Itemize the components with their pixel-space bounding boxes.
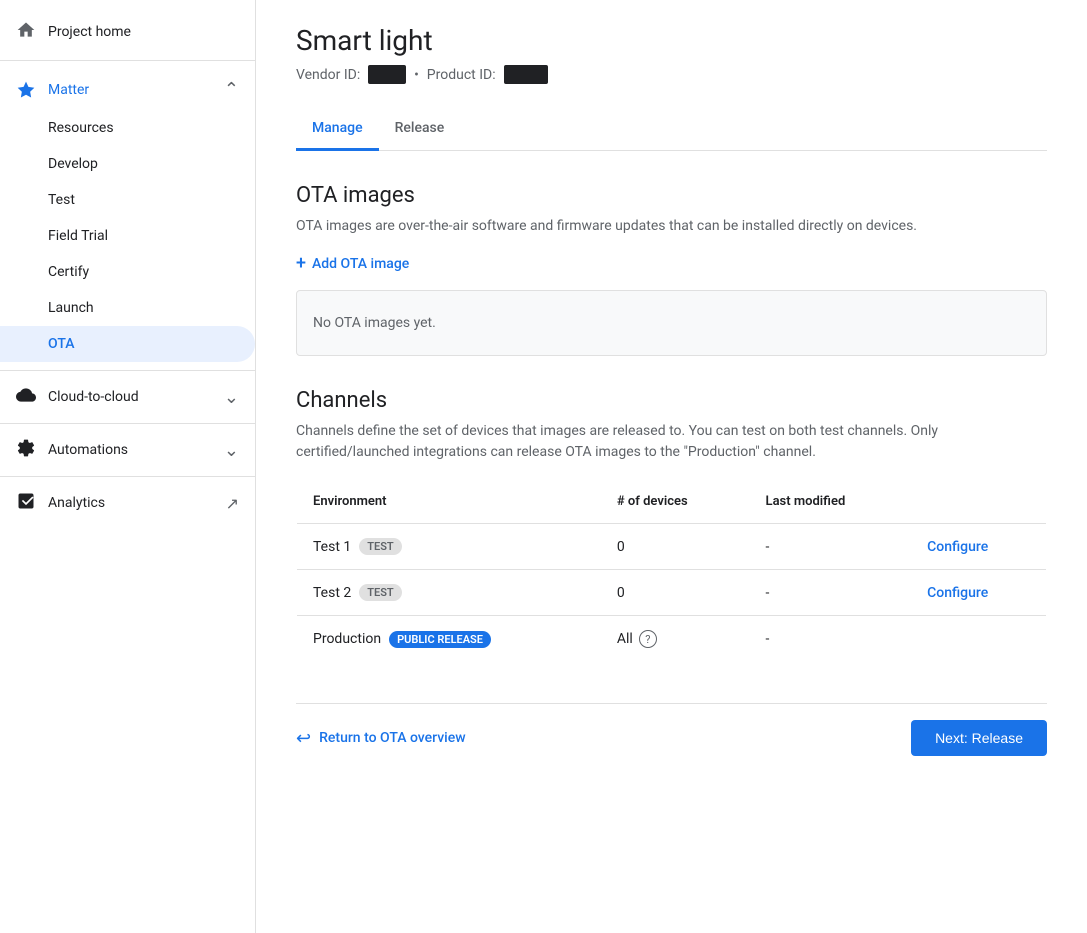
table-row: Test 2 TEST 0 - Configure [297, 570, 1047, 616]
last-modified-test1: - [750, 524, 912, 570]
channels-title: Channels [296, 388, 1047, 413]
channels-table: Environment # of devices Last modified T… [296, 479, 1047, 663]
last-modified-test2: - [750, 570, 912, 616]
sidebar-item-certify[interactable]: Certify [0, 254, 255, 290]
main-content: Smart light Vendor ID: • Product ID: Man… [256, 0, 1087, 933]
num-devices-test2: 0 [601, 570, 750, 616]
meta-row: Vendor ID: • Product ID: [296, 65, 1047, 84]
next-release-button[interactable]: Next: Release [911, 720, 1047, 756]
sidebar-project-home[interactable]: Project home [0, 8, 255, 56]
sidebar-section-matter: Matter ⌃ Resources Develop Test Field Tr… [0, 65, 255, 366]
table-row: Production PUBLIC RELEASE All ? - [297, 616, 1047, 663]
add-icon: + [296, 253, 306, 274]
env-cell-test2: Test 2 TEST [297, 570, 601, 616]
sidebar-item-matter[interactable]: Matter ⌃ [0, 69, 255, 110]
meta-separator: • [414, 67, 419, 83]
analytics-external-icon: ↗ [226, 494, 239, 513]
product-id-value [504, 65, 548, 84]
matter-label: Matter [48, 82, 89, 98]
ota-images-description: OTA images are over-the-air software and… [296, 216, 1047, 237]
all-label: All [617, 631, 633, 647]
sidebar: Project home Matter ⌃ Resources Develop … [0, 0, 256, 933]
cloud-chevron-icon: ⌄ [224, 387, 239, 408]
ota-images-empty: No OTA images yet. [296, 290, 1047, 356]
automations-label: Automations [48, 442, 128, 458]
sidebar-item-cloud-to-cloud[interactable]: Cloud-to-cloud ⌄ [0, 375, 255, 419]
product-id-label: Product ID: [427, 67, 496, 83]
action-cell-test1: Configure [911, 524, 1046, 570]
env-cell-test1: Test 1 TEST [297, 524, 601, 570]
env-name-production: Production [313, 631, 381, 647]
sidebar-item-analytics[interactable]: Analytics ↗ [0, 481, 255, 525]
automations-chevron-icon: ⌄ [224, 440, 239, 461]
env-cell-production: Production PUBLIC RELEASE [297, 616, 601, 663]
test-label: Test [48, 192, 75, 208]
env-name-test2: Test 2 [313, 585, 351, 601]
table-header: Environment # of devices Last modified [297, 480, 1047, 524]
configure-link-test1[interactable]: Configure [927, 539, 988, 555]
last-modified-production: - [750, 616, 912, 663]
certify-label: Certify [48, 264, 89, 280]
badge-test2: TEST [359, 584, 401, 601]
action-cell-test2: Configure [911, 570, 1046, 616]
channels-description: Channels define the set of devices that … [296, 421, 1047, 463]
empty-message: No OTA images yet. [313, 315, 436, 331]
footer: ↩ Return to OTA overview Next: Release [296, 703, 1047, 772]
col-num-devices: # of devices [601, 480, 750, 524]
col-last-modified: Last modified [750, 480, 912, 524]
field-trial-label: Field Trial [48, 228, 108, 244]
return-icon: ↩ [296, 728, 311, 749]
badge-production: PUBLIC RELEASE [389, 631, 491, 648]
cloud-icon [16, 385, 36, 409]
vendor-id-value [368, 65, 406, 84]
num-devices-production: All ? [601, 616, 750, 663]
sidebar-item-launch[interactable]: Launch [0, 290, 255, 326]
project-home-label: Project home [48, 24, 131, 40]
return-label: Return to OTA overview [319, 730, 466, 746]
sidebar-item-automations[interactable]: Automations ⌄ [0, 428, 255, 472]
analytics-label: Analytics [48, 495, 105, 511]
sidebar-item-develop[interactable]: Develop [0, 146, 255, 182]
resources-label: Resources [48, 120, 114, 136]
channels-section: Channels Channels define the set of devi… [296, 388, 1047, 663]
tab-manage[interactable]: Manage [296, 108, 379, 151]
sidebar-divider [0, 60, 255, 61]
matter-subitems: Resources Develop Test Field Trial Certi… [0, 110, 255, 362]
sidebar-item-resources[interactable]: Resources [0, 110, 255, 146]
badge-test1: TEST [359, 538, 401, 555]
sidebar-divider-3 [0, 423, 255, 424]
sidebar-item-ota[interactable]: OTA [0, 326, 255, 362]
ota-images-title: OTA images [296, 183, 1047, 208]
configure-link-test2[interactable]: Configure [927, 585, 988, 601]
home-icon [16, 20, 36, 44]
launch-label: Launch [48, 300, 94, 316]
cloud-to-cloud-label: Cloud-to-cloud [48, 389, 139, 405]
star-icon [16, 80, 36, 100]
ota-images-section: OTA images OTA images are over-the-air s… [296, 183, 1047, 356]
return-link[interactable]: ↩ Return to OTA overview [296, 728, 466, 749]
col-action [911, 480, 1046, 524]
add-ota-image-label: Add OTA image [312, 256, 409, 272]
sidebar-divider-2 [0, 370, 255, 371]
sidebar-item-test[interactable]: Test [0, 182, 255, 218]
tabs: Manage Release [296, 108, 1047, 151]
table-row: Test 1 TEST 0 - Configure [297, 524, 1047, 570]
action-cell-production [911, 616, 1046, 663]
tab-release[interactable]: Release [379, 108, 461, 151]
automations-icon [16, 438, 36, 462]
vendor-id-label: Vendor ID: [296, 67, 360, 83]
page-title: Smart light [296, 24, 1047, 57]
num-devices-test1: 0 [601, 524, 750, 570]
env-name-test1: Test 1 [313, 539, 351, 555]
analytics-icon [16, 491, 36, 515]
sidebar-item-field-trial[interactable]: Field Trial [0, 218, 255, 254]
add-ota-image-link[interactable]: + Add OTA image [296, 253, 1047, 274]
matter-chevron-icon: ⌃ [224, 79, 239, 100]
help-icon[interactable]: ? [639, 630, 657, 648]
sidebar-divider-4 [0, 476, 255, 477]
ota-label: OTA [48, 336, 75, 352]
col-environment: Environment [297, 480, 601, 524]
develop-label: Develop [48, 156, 98, 172]
table-body: Test 1 TEST 0 - Configure Test 2 [297, 524, 1047, 663]
